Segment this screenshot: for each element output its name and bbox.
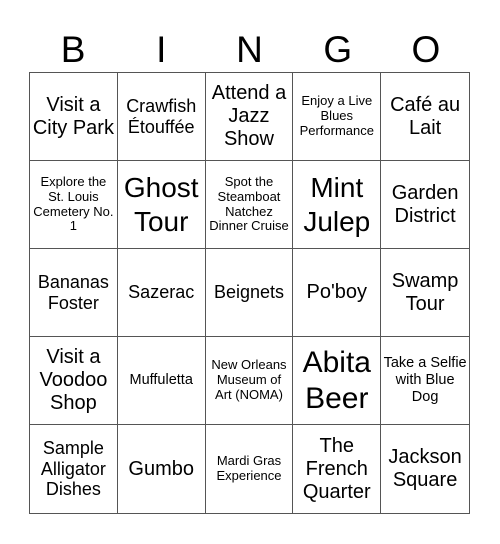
bingo-cell[interactable]: Jackson Square [381, 425, 469, 513]
bingo-cell[interactable]: Ghost Tour [117, 161, 206, 249]
header-letter-o: O [411, 29, 441, 70]
bingo-cell[interactable]: Sample Alligator Dishes [30, 425, 118, 513]
header-letter-i: I [156, 29, 167, 70]
bingo-cell[interactable]: Po'boy [293, 249, 382, 337]
header-letter-b: B [60, 29, 86, 70]
bingo-cell[interactable]: Explore the St. Louis Cemetery No. 1 [30, 161, 118, 249]
bingo-cell[interactable]: Spot the Steamboat Natchez Dinner Cruise [205, 161, 294, 249]
bingo-cell[interactable]: Visit a City Park [30, 73, 118, 161]
bingo-cell[interactable]: Café au Lait [381, 73, 469, 161]
bingo-cell[interactable]: The French Quarter [293, 425, 382, 513]
bingo-cell[interactable]: Enjoy a Live Blues Performance [293, 73, 382, 161]
bingo-cell[interactable]: Attend a Jazz Show [205, 73, 294, 161]
bingo-cell[interactable]: Beignets [205, 249, 294, 337]
header-letter-n: N [236, 29, 263, 70]
bingo-grid: Visit a City Park Crawfish Étouffée Atte… [29, 72, 470, 514]
bingo-cell[interactable]: Swamp Tour [381, 249, 469, 337]
bingo-cell[interactable]: Visit a Voodoo Shop [30, 337, 118, 425]
bingo-cell[interactable]: Sazerac [117, 249, 206, 337]
bingo-cell[interactable]: Crawfish Étouffée [117, 73, 206, 161]
header-letter-g: G [323, 29, 353, 70]
bingo-cell[interactable]: New Orleans Museum of Art (NOMA) [205, 337, 294, 425]
bingo-cell[interactable]: Mint Julep [293, 161, 382, 249]
bingo-cell[interactable]: Gumbo [118, 425, 206, 513]
bingo-cell[interactable]: Muffuletta [117, 337, 206, 425]
bingo-cell[interactable]: Take a Selfie with Blue Dog [381, 337, 469, 425]
bingo-cell[interactable]: Mardi Gras Experience [206, 425, 294, 513]
bingo-cell[interactable]: Bananas Foster [30, 249, 118, 337]
bingo-cell[interactable]: Abita Beer [293, 337, 382, 425]
bingo-header: B I N G O [29, 28, 470, 72]
bingo-cell[interactable]: Garden District [381, 161, 469, 249]
